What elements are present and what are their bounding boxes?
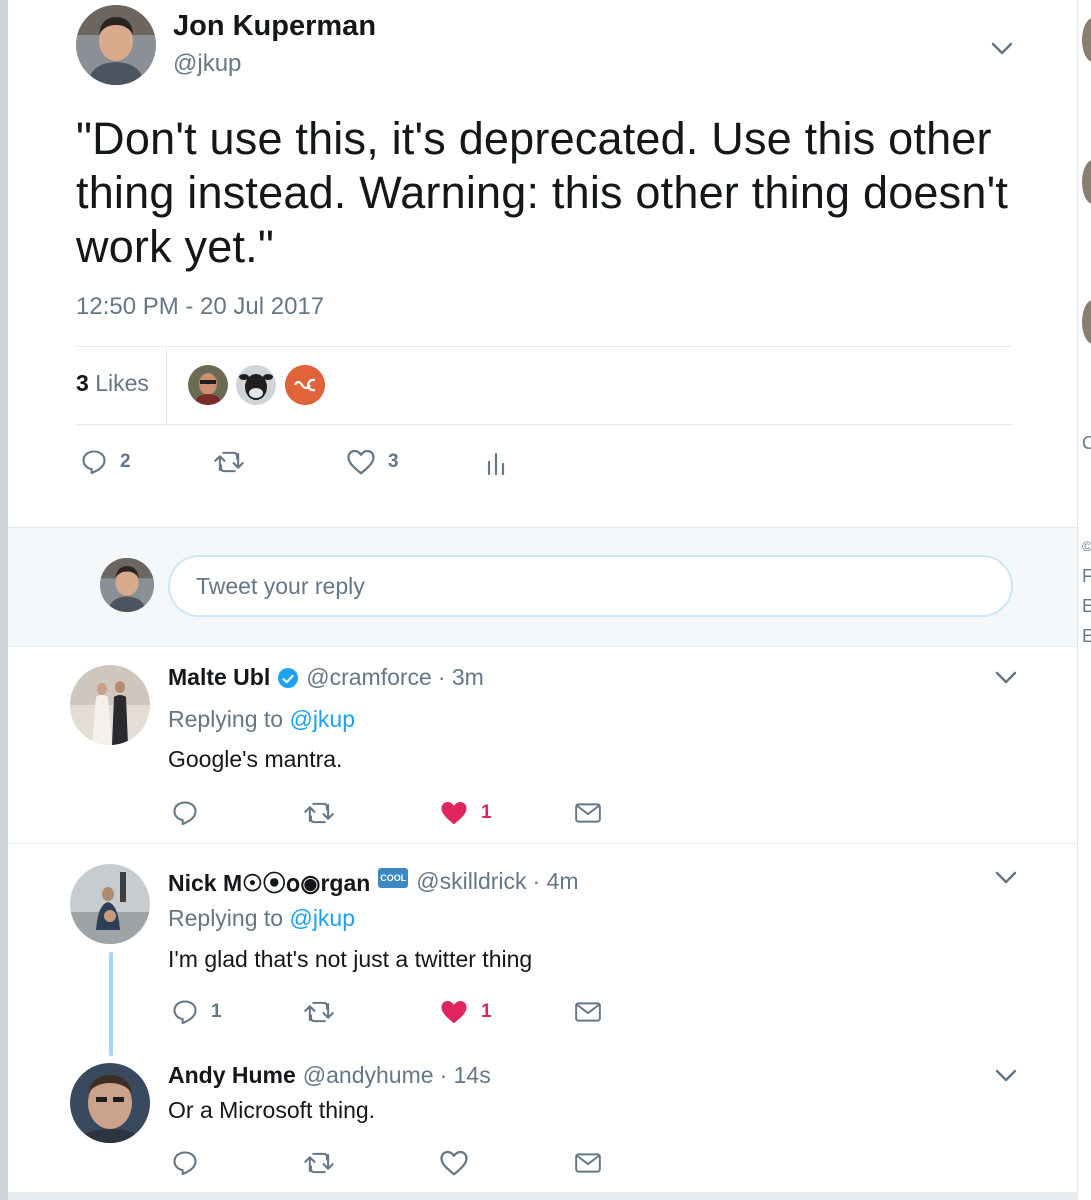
reply-action[interactable]	[171, 1149, 199, 1177]
verified-badge-icon	[278, 667, 299, 688]
envelope-icon	[575, 803, 601, 823]
thread-connector-line	[109, 952, 113, 1056]
reply-text: I'm glad that's not just a twitter thing	[168, 946, 533, 972]
retweet-icon	[214, 451, 244, 473]
like-action[interactable]: 1	[439, 998, 492, 1026]
reply-icon	[173, 801, 197, 826]
divider	[8, 1192, 1077, 1200]
chevron-down-icon[interactable]	[995, 671, 1017, 685]
retweet-icon	[304, 802, 334, 824]
background-text: E	[1082, 625, 1091, 647]
analytics-icon	[487, 452, 505, 476]
background-text: C	[1082, 432, 1091, 454]
current-user-avatar	[100, 558, 154, 612]
author-name[interactable]: Jon Kuperman	[173, 10, 376, 43]
replying-to: Replying to @jkup	[168, 905, 355, 932]
reply-author-name[interactable]: Andy Hume	[168, 1062, 296, 1089]
direct-message-action[interactable]	[574, 999, 602, 1025]
reply-time[interactable]: · 3m	[438, 664, 484, 691]
reply-author-handle[interactable]: @cramforce	[306, 664, 432, 691]
reply-time[interactable]: · 14s	[440, 1062, 491, 1089]
chevron-down-icon[interactable]	[995, 1069, 1017, 1083]
background-page-strip: C © F E E	[1077, 0, 1091, 1200]
replying-to-label: Replying to	[168, 905, 284, 931]
retweet-icon	[304, 1152, 334, 1174]
reply-icon	[173, 1151, 197, 1176]
envelope-icon	[575, 1153, 601, 1173]
reply-count: 1	[211, 1001, 222, 1022]
replying-to-link[interactable]: @jkup	[289, 905, 355, 931]
tweet-detail-modal: Jon Kuperman @jkup "Don't use this, it's…	[8, 0, 1077, 1200]
cool-emoji-icon: COOL	[378, 868, 409, 888]
reply-text: Google's mantra.	[168, 746, 343, 772]
divider	[76, 346, 1013, 347]
background-text: F	[1082, 565, 1091, 587]
retweet-action[interactable]	[303, 998, 335, 1026]
like-count: 1	[481, 802, 492, 823]
like-action[interactable]: 3	[346, 448, 399, 476]
like-action[interactable]	[439, 1149, 469, 1177]
liker-avatar[interactable]	[285, 365, 325, 405]
reply-text: Or a Microsoft thing.	[168, 1097, 376, 1123]
direct-message-action[interactable]	[574, 800, 602, 826]
reply-avatar[interactable]	[70, 864, 150, 944]
chevron-down-icon[interactable]	[991, 42, 1013, 56]
heart-icon	[347, 449, 375, 475]
background-avatar	[1082, 160, 1091, 204]
heart-filled-icon	[441, 802, 467, 825]
divider	[166, 346, 167, 424]
retweet-icon	[304, 1001, 334, 1023]
retweet-action[interactable]	[213, 448, 245, 476]
reply-icon	[82, 450, 106, 475]
reply-compose-bar	[8, 527, 1077, 647]
reply-action[interactable]: 1	[171, 998, 222, 1026]
tweet-text: "Don't use this, it's deprecated. Use th…	[76, 113, 1009, 272]
reply-time[interactable]: · 4m	[533, 868, 579, 895]
retweet-action[interactable]	[303, 1149, 335, 1177]
background-text: E	[1082, 595, 1091, 617]
reply-header: Malte Ubl @cramforce · 3m	[168, 664, 484, 691]
envelope-icon	[575, 1002, 601, 1022]
likes-label: Likes	[95, 370, 149, 396]
reply-author-handle[interactable]: @andyhume	[303, 1062, 434, 1089]
liker-avatar[interactable]	[188, 365, 228, 405]
author-handle[interactable]: @jkup	[173, 50, 241, 78]
reply-header: Nick M☉⦿໐◉rgan COOL @skilldrick · 4m	[168, 864, 579, 898]
divider	[8, 843, 1077, 844]
like-count: 3	[388, 451, 399, 472]
like-action[interactable]: 1	[439, 799, 492, 827]
reply-action[interactable]: 2	[80, 448, 131, 476]
author-avatar[interactable]	[76, 5, 156, 85]
direct-message-action[interactable]	[574, 1150, 602, 1176]
reply-author-name[interactable]: Nick M☉⦿໐◉rgan	[168, 864, 370, 898]
reply-header: Andy Hume @andyhume · 14s	[168, 1062, 491, 1089]
background-avatar	[1082, 18, 1091, 62]
replying-to: Replying to @jkup	[168, 706, 355, 733]
background-avatar	[1082, 300, 1091, 344]
chevron-down-icon[interactable]	[995, 871, 1017, 885]
heart-filled-icon	[441, 1001, 467, 1024]
reply-count: 2	[120, 451, 131, 472]
retweet-action[interactable]	[303, 799, 335, 827]
likes-stat[interactable]: 3 Likes	[76, 370, 149, 397]
tweet-timestamp[interactable]: 12:50 PM - 20 Jul 2017	[76, 293, 324, 321]
replying-to-label: Replying to	[168, 706, 284, 732]
likes-number: 3	[76, 370, 89, 396]
reply-avatar[interactable]	[70, 1063, 150, 1143]
like-count: 1	[481, 1001, 492, 1022]
liker-avatar[interactable]	[236, 365, 276, 405]
reply-avatar[interactable]	[70, 665, 150, 745]
background-text: ©	[1082, 535, 1091, 557]
replying-to-link[interactable]: @jkup	[289, 706, 355, 732]
divider	[76, 424, 1013, 425]
heart-icon	[440, 1150, 468, 1176]
reply-action[interactable]	[171, 799, 199, 827]
analytics-action[interactable]	[486, 450, 506, 476]
reply-input[interactable]	[168, 555, 1013, 617]
reply-icon	[173, 1000, 197, 1025]
reply-author-handle[interactable]: @skilldrick	[416, 868, 526, 895]
reply-author-name[interactable]: Malte Ubl	[168, 664, 270, 691]
